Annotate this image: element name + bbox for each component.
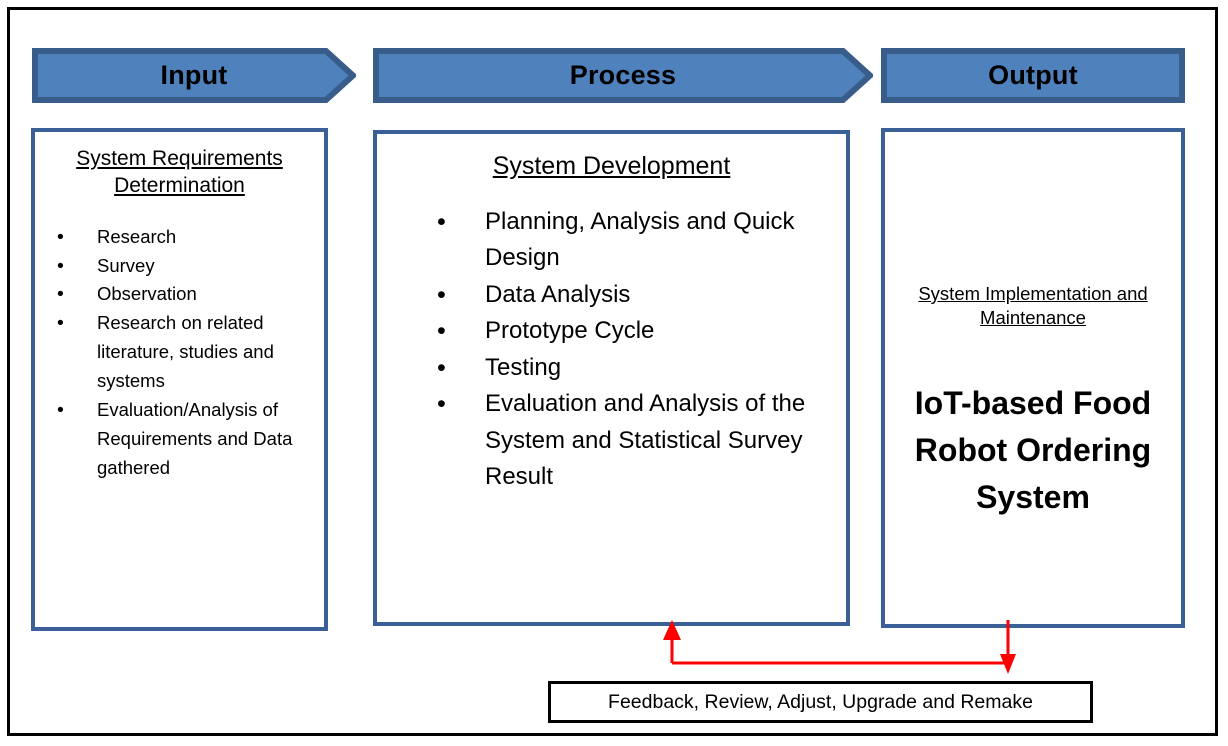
list-item: Research on related literature, studies … bbox=[35, 308, 324, 396]
list-item: Planning, Analysis and Quick Design bbox=[377, 203, 846, 277]
diagram-canvas: Input Process Output System Requirements… bbox=[0, 0, 1228, 746]
bullet-list-input: Research Survey Observation Research on … bbox=[35, 222, 324, 483]
content-box-output: System Implementation and Maintenance Io… bbox=[881, 128, 1185, 628]
output-headline: IoT-based Food Robot Ordering System bbox=[914, 385, 1152, 516]
box-title-input: System Requirements Determination bbox=[76, 147, 283, 197]
feedback-loop-arrow bbox=[663, 620, 1016, 674]
header-banner-process: Process bbox=[373, 48, 873, 103]
feedback-label: Feedback, Review, Adjust, Upgrade and Re… bbox=[608, 690, 1033, 713]
list-item: Testing bbox=[377, 349, 846, 388]
box-title-output: System Implementation and Maintenance bbox=[918, 283, 1148, 328]
feedback-box: Feedback, Review, Adjust, Upgrade and Re… bbox=[548, 681, 1093, 723]
header-banner-output: Output bbox=[881, 48, 1185, 103]
header-banner-input: Input bbox=[32, 48, 356, 103]
list-item: Data Analysis bbox=[377, 276, 846, 315]
header-label-input: Input bbox=[160, 60, 228, 90]
list-item: Evaluation/Analysis of Requirements and … bbox=[35, 395, 324, 483]
list-item: Prototype Cycle bbox=[377, 312, 846, 351]
list-item: Observation bbox=[35, 279, 324, 309]
list-item: Survey bbox=[35, 251, 324, 281]
content-box-process: System Development Planning, Analysis an… bbox=[373, 130, 850, 626]
header-label-output: Output bbox=[988, 60, 1078, 90]
list-item: Research bbox=[35, 222, 324, 252]
bullet-list-process: Planning, Analysis and Quick Design Data… bbox=[377, 203, 846, 496]
header-label-process: Process bbox=[569, 60, 677, 90]
list-item: Evaluation and Analysis of the System an… bbox=[377, 385, 846, 495]
content-box-input: System Requirements Determination Resear… bbox=[31, 128, 328, 631]
box-title-process: System Development bbox=[492, 152, 731, 180]
